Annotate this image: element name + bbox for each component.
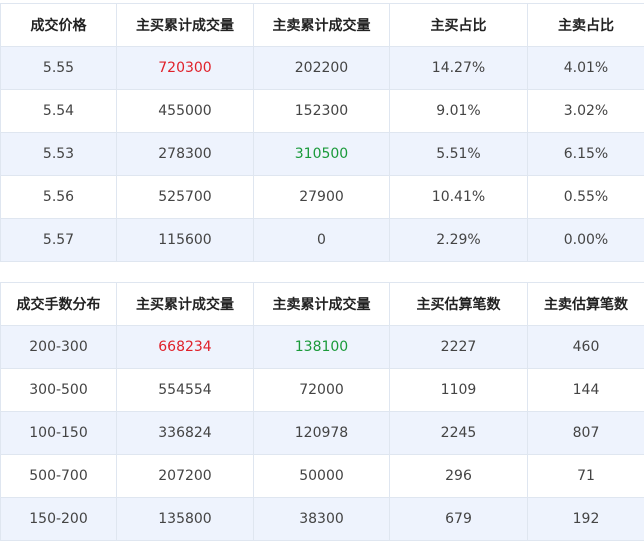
sell-ratio-cell: 6.15% bbox=[528, 133, 644, 176]
buy-volume-cell: 668234 bbox=[117, 326, 254, 369]
lot-range-cell: 300-500 bbox=[1, 369, 117, 412]
sell-volume-cell: 72000 bbox=[254, 369, 390, 412]
table-gap bbox=[0, 263, 644, 282]
buy-volume-cell: 554554 bbox=[117, 369, 254, 412]
sell-count-cell: 144 bbox=[528, 369, 644, 412]
buy-count-cell: 296 bbox=[390, 455, 528, 498]
table-row: 300-500 554554 72000 1109 144 bbox=[1, 369, 644, 412]
volume-header-lot-range[interactable]: 成交手数分布 bbox=[1, 283, 117, 326]
price-cell: 5.56 bbox=[1, 176, 117, 219]
lot-range-cell: 200-300 bbox=[1, 326, 117, 369]
sell-count-cell: 807 bbox=[528, 412, 644, 455]
price-table: 成交价格 主买累计成交量 主卖累计成交量 主买占比 主卖占比 5.55 7203… bbox=[0, 3, 644, 262]
table-row: 100-150 336824 120978 2245 807 bbox=[1, 412, 644, 455]
volume-distribution-table: 成交手数分布 主买累计成交量 主卖累计成交量 主买估算笔数 主卖估算笔数 200… bbox=[0, 282, 644, 541]
buy-ratio-cell: 9.01% bbox=[390, 90, 528, 133]
buy-volume-cell: 525700 bbox=[117, 176, 254, 219]
lot-range-cell: 150-200 bbox=[1, 498, 117, 541]
sell-volume-cell: 120978 bbox=[254, 412, 390, 455]
table-row: 500-700 207200 50000 296 71 bbox=[1, 455, 644, 498]
lot-range-cell: 100-150 bbox=[1, 412, 117, 455]
sell-count-cell: 192 bbox=[528, 498, 644, 541]
sell-volume-cell: 50000 bbox=[254, 455, 390, 498]
sell-volume-cell: 152300 bbox=[254, 90, 390, 133]
volume-header-sell-count[interactable]: 主卖估算笔数 bbox=[528, 283, 644, 326]
buy-ratio-cell: 5.51% bbox=[390, 133, 528, 176]
price-header-buy-volume[interactable]: 主买累计成交量 bbox=[117, 4, 254, 47]
volume-header-buy-volume[interactable]: 主买累计成交量 bbox=[117, 283, 254, 326]
buy-volume-cell: 455000 bbox=[117, 90, 254, 133]
price-cell: 5.55 bbox=[1, 47, 117, 90]
sell-volume-cell: 202200 bbox=[254, 47, 390, 90]
sell-ratio-cell: 3.02% bbox=[528, 90, 644, 133]
table-row: 5.53 278300 310500 5.51% 6.15% bbox=[1, 133, 644, 176]
table-row: 150-200 135800 38300 679 192 bbox=[1, 498, 644, 541]
sell-ratio-cell: 0.55% bbox=[528, 176, 644, 219]
table-row: 5.54 455000 152300 9.01% 3.02% bbox=[1, 90, 644, 133]
buy-volume-cell: 115600 bbox=[117, 219, 254, 262]
table-row: 5.55 720300 202200 14.27% 4.01% bbox=[1, 47, 644, 90]
sell-volume-cell: 38300 bbox=[254, 498, 390, 541]
buy-ratio-cell: 14.27% bbox=[390, 47, 528, 90]
buy-count-cell: 2245 bbox=[390, 412, 528, 455]
sell-ratio-cell: 4.01% bbox=[528, 47, 644, 90]
buy-count-cell: 679 bbox=[390, 498, 528, 541]
lot-range-cell: 500-700 bbox=[1, 455, 117, 498]
buy-volume-cell: 207200 bbox=[117, 455, 254, 498]
buy-ratio-cell: 2.29% bbox=[390, 219, 528, 262]
buy-volume-cell: 336824 bbox=[117, 412, 254, 455]
price-header-price[interactable]: 成交价格 bbox=[1, 4, 117, 47]
price-header-buy-ratio[interactable]: 主买占比 bbox=[390, 4, 528, 47]
price-header-sell-ratio[interactable]: 主卖占比 bbox=[528, 4, 644, 47]
buy-volume-cell: 135800 bbox=[117, 498, 254, 541]
sell-count-cell: 460 bbox=[528, 326, 644, 369]
price-header-sell-volume[interactable]: 主卖累计成交量 bbox=[254, 4, 390, 47]
price-cell: 5.53 bbox=[1, 133, 117, 176]
table-row: 5.57 115600 0 2.29% 0.00% bbox=[1, 219, 644, 262]
buy-count-cell: 1109 bbox=[390, 369, 528, 412]
price-cell: 5.57 bbox=[1, 219, 117, 262]
sell-ratio-cell: 0.00% bbox=[528, 219, 644, 262]
sell-volume-cell: 310500 bbox=[254, 133, 390, 176]
sell-volume-cell: 0 bbox=[254, 219, 390, 262]
table-row: 200-300 668234 138100 2227 460 bbox=[1, 326, 644, 369]
buy-volume-cell: 720300 bbox=[117, 47, 254, 90]
volume-header-sell-volume[interactable]: 主卖累计成交量 bbox=[254, 283, 390, 326]
price-cell: 5.54 bbox=[1, 90, 117, 133]
table-row: 5.56 525700 27900 10.41% 0.55% bbox=[1, 176, 644, 219]
sell-volume-cell: 138100 bbox=[254, 326, 390, 369]
buy-count-cell: 2227 bbox=[390, 326, 528, 369]
buy-ratio-cell: 10.41% bbox=[390, 176, 528, 219]
sell-volume-cell: 27900 bbox=[254, 176, 390, 219]
sell-count-cell: 71 bbox=[528, 455, 644, 498]
volume-table-header-row: 成交手数分布 主买累计成交量 主卖累计成交量 主买估算笔数 主卖估算笔数 bbox=[1, 283, 644, 326]
buy-volume-cell: 278300 bbox=[117, 133, 254, 176]
volume-header-buy-count[interactable]: 主买估算笔数 bbox=[390, 283, 528, 326]
price-table-header-row: 成交价格 主买累计成交量 主卖累计成交量 主买占比 主卖占比 bbox=[1, 4, 644, 47]
